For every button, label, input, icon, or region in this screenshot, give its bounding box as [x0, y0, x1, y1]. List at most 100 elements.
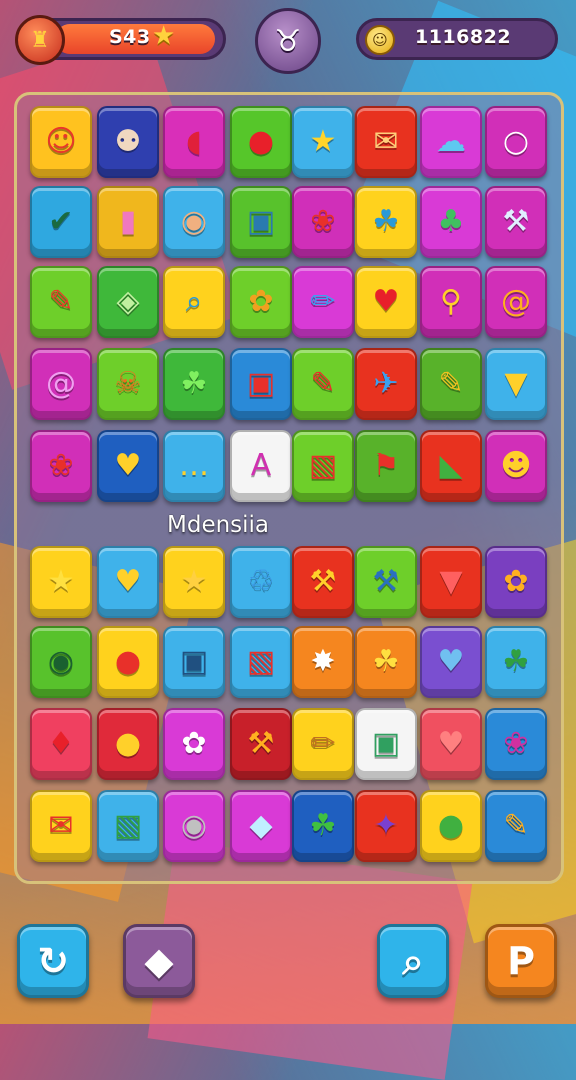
game-tile[interactable]: ▣ — [163, 626, 225, 698]
game-tile[interactable]: ♥ — [420, 708, 482, 780]
heart-icon: ♥ — [114, 564, 142, 599]
game-tile[interactable]: ❀ — [30, 430, 92, 502]
game-tile[interactable]: @ — [30, 348, 92, 420]
pause-button[interactable]: P — [485, 924, 557, 998]
game-tile[interactable]: ● — [97, 626, 159, 698]
game-tile[interactable]: ✿ — [485, 546, 547, 618]
search-button[interactable]: ⌕ — [377, 924, 449, 998]
game-tile[interactable]: ✏ — [292, 266, 354, 338]
game-tile[interactable]: ▧ — [97, 790, 159, 862]
game-tile[interactable]: ♥ — [97, 546, 159, 618]
game-tile[interactable]: ◉ — [163, 790, 225, 862]
game-tile[interactable]: ❀ — [485, 708, 547, 780]
game-tile[interactable]: ★ — [30, 546, 92, 618]
game-tile[interactable]: ✉ — [30, 790, 92, 862]
game-tile[interactable]: ▧ — [230, 626, 292, 698]
game-tile[interactable]: ☠ — [97, 348, 159, 420]
game-tile[interactable]: ◉ — [30, 626, 92, 698]
game-tile[interactable]: ♥ — [420, 626, 482, 698]
torch-icon: ☠ — [114, 366, 142, 401]
mask-icon[interactable]: ♜ — [15, 15, 65, 65]
heart-icon: ♥ — [114, 448, 142, 483]
game-tile[interactable]: ◖ — [163, 106, 225, 178]
heart-icon: ♥ — [437, 726, 465, 761]
game-tile[interactable]: ● — [420, 790, 482, 862]
pin-icon: ⚒ — [309, 564, 337, 599]
game-tile[interactable]: ⚒ — [292, 546, 354, 618]
game-tile[interactable]: ✎ — [292, 348, 354, 420]
game-tile[interactable]: ☺ — [30, 106, 92, 178]
game-tile[interactable]: ✸ — [292, 626, 354, 698]
game-tile[interactable]: ✈ — [355, 348, 417, 420]
game-tile[interactable]: ✿ — [163, 708, 225, 780]
game-tile[interactable]: ★ — [292, 106, 354, 178]
game-tile[interactable]: ▼ — [485, 348, 547, 420]
balloon-icon: ♣ — [437, 204, 465, 239]
refresh-button[interactable]: ↻ — [17, 924, 89, 998]
game-tile[interactable]: ✎ — [420, 348, 482, 420]
game-tile[interactable]: ♲ — [230, 546, 292, 618]
mask-face-icon: ⚉ — [114, 124, 142, 159]
picture-icon: ▧ — [113, 808, 143, 843]
tile-row: ✉ ▧ ◉ ◆ ☘ ✦ ● ✎ — [30, 790, 547, 864]
game-tile[interactable]: ▣ — [230, 186, 292, 258]
game-tile[interactable]: ★ — [163, 546, 225, 618]
game-tile[interactable]: ◣ — [420, 430, 482, 502]
tile-row: ★ ♥ ★ ♲ ⚒ ⚒ ▼ ✿ — [30, 546, 547, 620]
game-tile[interactable]: @ — [485, 266, 547, 338]
triangle-heart-icon: ▼ — [439, 564, 463, 599]
key-icon: ⚲ — [440, 284, 462, 319]
game-tile[interactable]: ⚲ — [420, 266, 482, 338]
game-tile[interactable]: ♥ — [97, 430, 159, 502]
game-tile[interactable]: ♦ — [30, 708, 92, 780]
game-tile[interactable]: … — [163, 430, 225, 502]
cube-icon: ◣ — [439, 448, 463, 483]
game-tile[interactable]: ▣ — [355, 708, 417, 780]
apple-icon: ● — [247, 124, 275, 159]
bouquet-icon: ❀ — [503, 726, 529, 761]
game-tile[interactable]: ✦ — [355, 790, 417, 862]
game-tile[interactable]: ◆ — [230, 790, 292, 862]
tile-row: ♦ ● ✿ ⚒ ✏ ▣ ♥ ❀ — [30, 708, 547, 782]
game-tile[interactable]: ☘ — [355, 626, 417, 698]
game-tile[interactable]: ▣ — [230, 348, 292, 420]
game-tile[interactable]: ⚒ — [230, 708, 292, 780]
balloon-icon: ● — [437, 808, 465, 843]
game-tile[interactable]: ○ — [485, 106, 547, 178]
game-tile[interactable]: ✔ — [30, 186, 92, 258]
paintbrush-icon: ✎ — [438, 366, 464, 401]
gem-button[interactable]: ◆ — [123, 924, 195, 998]
shopping-bag-icon: ▣ — [246, 366, 276, 401]
letter-a-icon: A — [250, 448, 272, 483]
game-tile[interactable]: ▼ — [420, 546, 482, 618]
game-tile[interactable]: A — [230, 430, 292, 502]
game-tile[interactable]: ☁ — [420, 106, 482, 178]
game-tile[interactable]: ⌕ — [163, 266, 225, 338]
game-tile[interactable]: ✎ — [485, 790, 547, 862]
game-tile[interactable]: ☘ — [355, 186, 417, 258]
game-tile[interactable]: ⚒ — [485, 186, 547, 258]
heart-icon: ♥ — [372, 284, 400, 319]
game-tile[interactable]: ☘ — [485, 626, 547, 698]
game-tile[interactable]: ✏ — [292, 708, 354, 780]
game-tile[interactable]: ⚉ — [97, 106, 159, 178]
game-tile[interactable]: ☻ — [485, 430, 547, 502]
game-tile[interactable]: ☘ — [292, 790, 354, 862]
game-tile[interactable]: ✉ — [355, 106, 417, 178]
game-tile[interactable]: ⚑ — [355, 430, 417, 502]
game-tile[interactable]: ☘ — [163, 348, 225, 420]
game-tile[interactable]: ❀ — [292, 186, 354, 258]
scarf-icon[interactable]: ♉ — [255, 8, 321, 74]
game-tile[interactable]: ✎ — [30, 266, 92, 338]
game-tile[interactable]: ◈ — [97, 266, 159, 338]
game-tile[interactable]: ▧ — [292, 430, 354, 502]
lollipop-icon: ♲ — [247, 564, 275, 599]
game-tile[interactable]: ◉ — [163, 186, 225, 258]
game-tile[interactable]: ♣ — [420, 186, 482, 258]
game-tile[interactable]: ● — [97, 708, 159, 780]
game-tile[interactable]: ● — [230, 106, 292, 178]
game-tile[interactable]: ⚒ — [355, 546, 417, 618]
game-tile[interactable]: ▮ — [97, 186, 159, 258]
game-tile[interactable]: ♥ — [355, 266, 417, 338]
game-tile[interactable]: ✿ — [230, 266, 292, 338]
